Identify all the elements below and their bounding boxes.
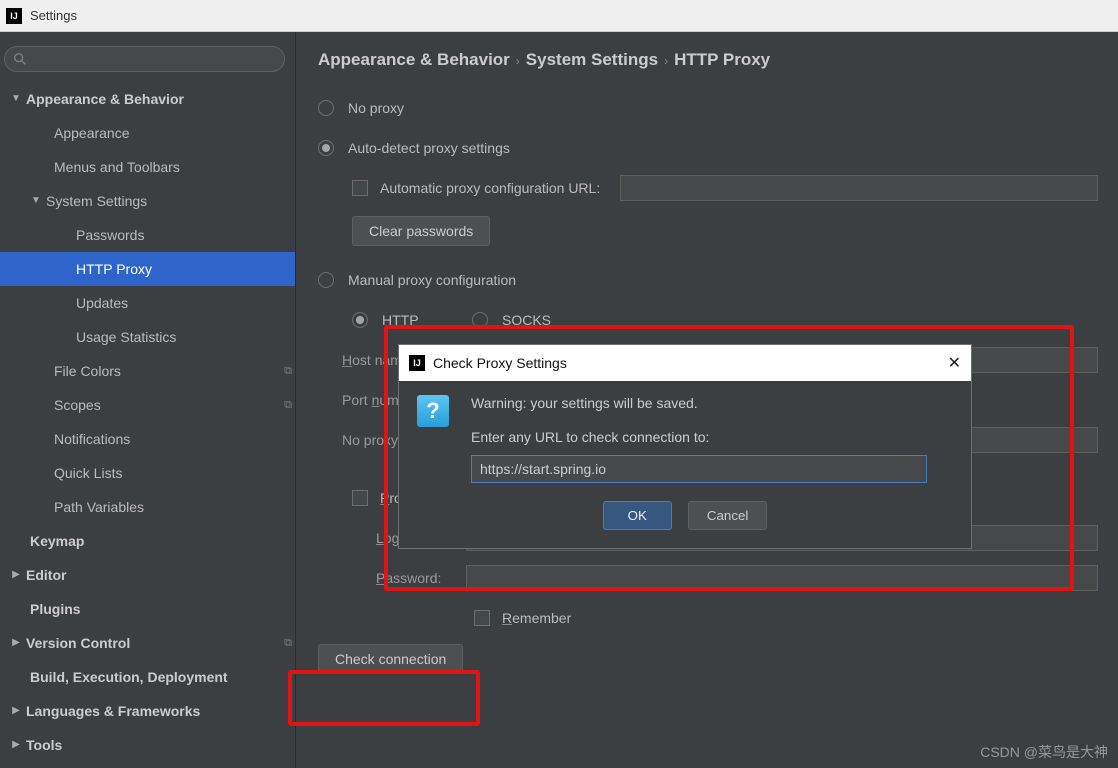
- tree-notifications[interactable]: Notifications: [0, 422, 295, 456]
- clear-passwords-button[interactable]: Clear passwords: [352, 216, 490, 246]
- dialog-titlebar: IJ Check Proxy Settings ✕: [399, 345, 971, 381]
- app-icon: IJ: [409, 355, 425, 371]
- tree-system-settings[interactable]: ▼System Settings: [0, 184, 295, 218]
- highlight-box-check-connection: [288, 670, 480, 726]
- tree-appearance[interactable]: Appearance: [0, 116, 295, 150]
- radio-socks[interactable]: [472, 312, 488, 328]
- window-title: Settings: [30, 8, 77, 23]
- radio-no-proxy[interactable]: No proxy: [318, 88, 1118, 128]
- radio-http[interactable]: [352, 312, 368, 328]
- tree-updates[interactable]: Updates: [0, 286, 295, 320]
- search-icon: [13, 52, 27, 66]
- search-input[interactable]: [4, 46, 285, 72]
- dialog-title: Check Proxy Settings: [433, 355, 567, 371]
- project-scope-icon: ⧉: [281, 400, 295, 411]
- dialog-warning: Warning: your settings will be saved.: [471, 395, 953, 411]
- app-icon: IJ: [6, 8, 22, 24]
- tree-plugins[interactable]: Plugins: [0, 592, 295, 626]
- check-remember[interactable]: Remember: [318, 598, 1118, 638]
- radio-auto-detect[interactable]: Auto-detect proxy settings: [318, 128, 1118, 168]
- tree-build[interactable]: Build, Execution, Deployment: [0, 660, 295, 694]
- tree-menus-toolbars[interactable]: Menus and Toolbars: [0, 150, 295, 184]
- chevron-right-icon: ›: [658, 54, 674, 68]
- tree-usage-statistics[interactable]: Usage Statistics: [0, 320, 295, 354]
- check-proxy-dialog: IJ Check Proxy Settings ✕ ? Warning: you…: [398, 344, 972, 549]
- tree-path-variables[interactable]: Path Variables: [0, 490, 295, 524]
- cancel-button[interactable]: Cancel: [688, 501, 768, 530]
- password-label: Password:: [376, 570, 466, 586]
- watermark: CSDN @菜鸟是大神: [980, 742, 1108, 762]
- tree-editor[interactable]: ▶Editor: [0, 558, 295, 592]
- dialog-prompt: Enter any URL to check connection to:: [471, 429, 953, 445]
- settings-sidebar: ▼Appearance & Behavior Appearance Menus …: [0, 32, 296, 768]
- tree-appearance-behavior[interactable]: ▼Appearance & Behavior: [0, 82, 295, 116]
- project-scope-icon: ⧉: [281, 366, 295, 377]
- tree-languages-frameworks[interactable]: ▶Languages & Frameworks: [0, 694, 295, 728]
- password-input[interactable]: [466, 565, 1098, 591]
- tree-http-proxy[interactable]: HTTP Proxy: [0, 252, 295, 286]
- check-connection-button[interactable]: Check connection: [318, 644, 463, 674]
- tree-passwords[interactable]: Passwords: [0, 218, 295, 252]
- tree-version-control[interactable]: ▶Version Control⧉: [0, 626, 295, 660]
- question-icon: ?: [417, 395, 449, 427]
- tree-keymap[interactable]: Keymap: [0, 524, 295, 558]
- auto-url-input[interactable]: [620, 175, 1098, 201]
- close-icon[interactable]: ✕: [948, 353, 961, 373]
- ok-button[interactable]: OK: [603, 501, 672, 530]
- window-titlebar: IJ Settings: [0, 0, 1118, 32]
- project-scope-icon: ⧉: [281, 638, 295, 649]
- dialog-url-input[interactable]: [471, 455, 927, 483]
- tree-file-colors[interactable]: File Colors⧉: [0, 354, 295, 388]
- tree-quick-lists[interactable]: Quick Lists: [0, 456, 295, 490]
- radio-manual[interactable]: Manual proxy configuration: [318, 260, 1118, 300]
- chevron-right-icon: ›: [510, 54, 526, 68]
- tree-scopes[interactable]: Scopes⧉: [0, 388, 295, 422]
- tree-tools[interactable]: ▶Tools: [0, 728, 295, 762]
- check-auto-url[interactable]: Automatic proxy configuration URL:: [318, 168, 1118, 208]
- breadcrumb: Appearance & Behavior›System Settings›HT…: [318, 50, 1118, 70]
